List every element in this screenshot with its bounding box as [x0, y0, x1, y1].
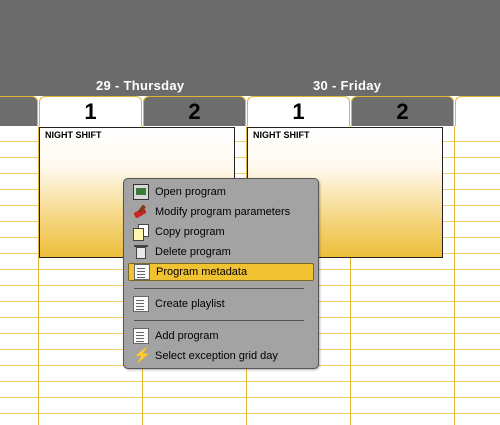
- menu-item-label: Delete program: [155, 246, 231, 258]
- menu-item-program-metadata[interactable]: Program metadata: [128, 263, 314, 281]
- tab-previous-day[interactable]: [0, 96, 38, 126]
- program-block-title: NIGHT SHIFT: [45, 130, 102, 140]
- menu-separator: [134, 320, 304, 321]
- menu-item-create-playlist[interactable]: Create playlist: [128, 295, 314, 313]
- menu-item-label: Create playlist: [155, 298, 225, 310]
- menu-item-label: Copy program: [155, 226, 225, 238]
- schedule-header: [0, 0, 500, 96]
- copy-icon: [133, 224, 149, 241]
- menu-item-copy-program[interactable]: Copy program: [128, 223, 314, 241]
- menu-item-delete-program[interactable]: Delete program: [128, 243, 314, 261]
- tab-thursday-1[interactable]: 1: [39, 96, 142, 126]
- trash-icon: [133, 244, 149, 260]
- program-block-title: NIGHT SHIFT: [253, 130, 310, 140]
- menu-item-label: Add program: [155, 330, 219, 342]
- metadata-icon: [134, 264, 150, 280]
- day-label-thursday: 29 - Thursday: [96, 78, 185, 93]
- context-menu: Open program Modify program parameters C…: [123, 178, 319, 369]
- menu-item-add-program[interactable]: Add program: [128, 327, 314, 345]
- menu-item-modify-parameters[interactable]: Modify program parameters: [128, 203, 314, 221]
- menu-item-label: Program metadata: [156, 266, 248, 278]
- add-program-icon: [133, 328, 149, 344]
- menu-item-select-exception-day[interactable]: ⚡ Select exception grid day: [128, 347, 314, 365]
- day-label-friday: 30 - Friday: [313, 78, 382, 93]
- tab-thursday-2[interactable]: 2: [143, 96, 246, 126]
- open-program-icon: [133, 184, 149, 200]
- tab-next-day[interactable]: [455, 96, 500, 126]
- modify-parameters-icon: [133, 204, 149, 220]
- playlist-icon: [133, 296, 149, 312]
- grid-column-divider: [454, 126, 455, 425]
- menu-item-label: Open program: [155, 186, 226, 198]
- menu-separator: [134, 288, 304, 289]
- tab-friday-2[interactable]: 2: [351, 96, 454, 126]
- menu-item-label: Modify program parameters: [155, 206, 291, 218]
- menu-item-open-program[interactable]: Open program: [128, 183, 314, 201]
- lightning-icon: ⚡: [133, 347, 152, 364]
- menu-item-label: Select exception grid day: [155, 350, 278, 362]
- tab-friday-1[interactable]: 1: [247, 96, 350, 126]
